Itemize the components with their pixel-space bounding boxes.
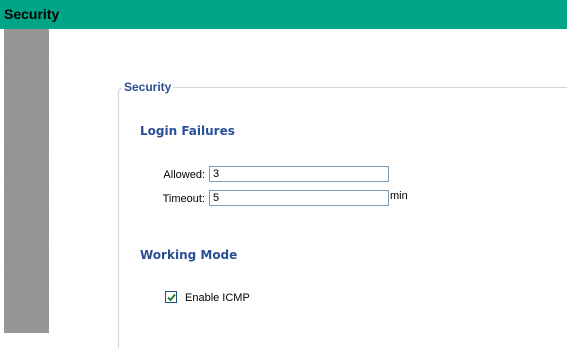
timeout-input[interactable]: [209, 190, 389, 206]
left-navigation-rail: [4, 29, 49, 333]
working-mode-title: Working Mode: [140, 248, 238, 262]
login-failures-title: Login Failures: [140, 124, 235, 138]
enable-icmp-checkbox[interactable]: [165, 291, 177, 303]
page-title-bar: Security: [0, 0, 567, 29]
security-legend: Security: [122, 80, 174, 94]
enable-icmp-label[interactable]: Enable ICMP: [185, 292, 250, 304]
page-title: Security: [4, 6, 60, 22]
checkmark-icon: [167, 293, 176, 302]
allowed-input[interactable]: [209, 166, 389, 182]
timeout-unit: min: [390, 190, 408, 202]
timeout-label: Timeout:: [162, 193, 205, 205]
allowed-label: Allowed:: [163, 169, 205, 181]
